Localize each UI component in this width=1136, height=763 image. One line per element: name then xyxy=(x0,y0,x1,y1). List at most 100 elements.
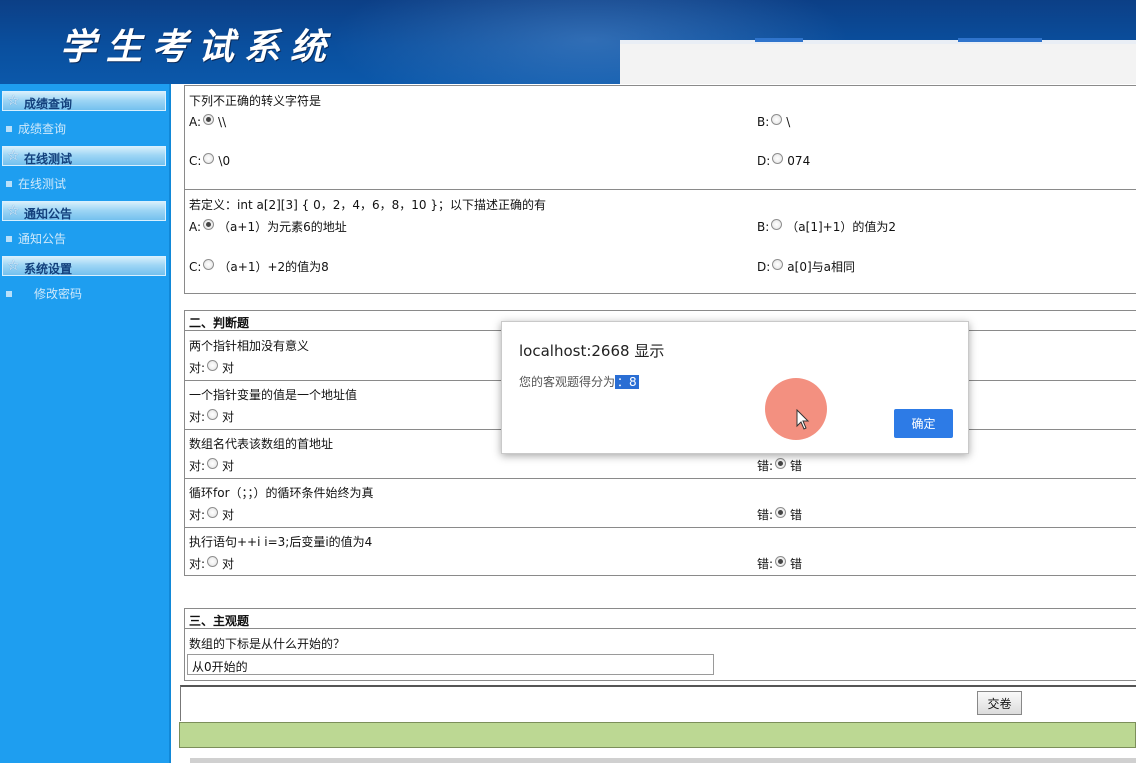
section-title: 三、主观题 xyxy=(189,614,250,628)
option-true[interactable]: 对: 对 xyxy=(189,506,234,523)
radio-button[interactable] xyxy=(771,219,783,230)
option-true[interactable]: 对: 对 xyxy=(189,359,234,376)
radio-button[interactable] xyxy=(772,153,784,164)
sidebar-item-label: 成绩查询 xyxy=(18,122,67,136)
star-icon: ☆ xyxy=(7,148,20,164)
question-text: 执行语句++i i=3;后变量i的值为4 xyxy=(189,535,373,549)
option-key: C: xyxy=(189,260,202,274)
radio-button[interactable] xyxy=(207,556,219,567)
option-value: 错 xyxy=(790,557,803,571)
question-text: 数组的下标是从什么开始的？ xyxy=(189,637,346,651)
dialog-score: ：8 xyxy=(615,375,639,389)
radio-button[interactable] xyxy=(775,556,787,567)
option-true[interactable]: 对: 对 xyxy=(189,408,234,425)
dialog-message: 您的客观题得分为 ：8 xyxy=(519,373,639,390)
question-text: 若定义：int a[2][3] { 0，2，4，6，8，10 }；以下描述正确的… xyxy=(189,198,546,212)
sidebar-group-settings[interactable]: ☆ 系统设置 xyxy=(2,256,166,276)
dialog-ok-button[interactable]: 确定 xyxy=(894,409,953,438)
sidebar: ☆ 成绩查询 成绩查询 ☆ 在线测试 在线测试 ☆ 通知公告 通知公告 ☆ 系统… xyxy=(0,84,171,763)
bullet-icon xyxy=(6,236,12,242)
radio-button[interactable] xyxy=(207,360,219,371)
sidebar-item-score-query[interactable]: 成绩查询 xyxy=(6,120,66,137)
option-value: a[0]与a相同 xyxy=(787,260,856,274)
sidebar-group-label: 通知公告 xyxy=(24,207,73,221)
option-value: 对 xyxy=(222,557,235,571)
divider xyxy=(185,628,1136,629)
option-c[interactable]: C: （a+1）+2的值为8 xyxy=(189,258,329,275)
bullet-icon xyxy=(6,181,12,187)
option-value: 错 xyxy=(790,459,803,473)
sidebar-item-change-password[interactable]: 修改密码 xyxy=(6,285,82,302)
option-value: \ xyxy=(786,115,791,129)
option-value: （a[1]+1）的值为2 xyxy=(786,220,896,234)
radio-button[interactable] xyxy=(207,507,219,518)
option-key: 错: xyxy=(757,557,774,571)
header-accent xyxy=(958,38,1042,42)
option-value: 对 xyxy=(222,410,235,424)
divider xyxy=(185,189,1136,190)
option-value: （a+1）为元素6的地址 xyxy=(218,220,347,234)
subjective-answer-input[interactable]: 从0开始的 xyxy=(187,654,714,675)
option-value: \\ xyxy=(218,115,227,129)
radio-button[interactable] xyxy=(203,259,215,270)
option-key: 对: xyxy=(189,361,206,375)
option-d[interactable]: D: a[0]与a相同 xyxy=(757,258,855,275)
option-a[interactable]: A: \\ xyxy=(189,114,226,129)
option-value: 074 xyxy=(787,154,811,168)
sidebar-group-label: 系统设置 xyxy=(24,262,73,276)
mouse-cursor-icon xyxy=(796,409,810,430)
option-b[interactable]: B: （a[1]+1）的值为2 xyxy=(757,218,896,235)
horizontal-scrollbar[interactable] xyxy=(190,758,1136,763)
radio-button[interactable] xyxy=(207,458,219,469)
option-value: 对 xyxy=(222,361,235,375)
option-value: \0 xyxy=(218,154,231,168)
dialog-message-text: 您的客观题得分为 xyxy=(519,375,616,389)
option-a[interactable]: A: （a+1）为元素6的地址 xyxy=(189,218,347,235)
radio-button[interactable] xyxy=(203,219,215,230)
option-false[interactable]: 错: 错 xyxy=(757,457,802,474)
option-value: 对 xyxy=(222,459,235,473)
dialog-title: localhost:2668 显示 xyxy=(519,342,665,360)
sidebar-group-notice[interactable]: ☆ 通知公告 xyxy=(2,201,166,221)
option-c[interactable]: C: \0 xyxy=(189,153,230,168)
radio-button[interactable] xyxy=(771,114,783,125)
radio-button[interactable] xyxy=(203,153,215,164)
star-icon: ☆ xyxy=(7,93,20,109)
radio-button[interactable] xyxy=(775,507,787,518)
radio-button[interactable] xyxy=(772,259,784,270)
sidebar-item-label: 修改密码 xyxy=(34,287,83,301)
bullet-icon xyxy=(6,126,12,132)
option-value: （a+1）+2的值为8 xyxy=(218,260,329,274)
option-key: D: xyxy=(757,154,771,168)
option-key: A: xyxy=(189,220,202,234)
radio-button[interactable] xyxy=(207,409,219,420)
question-text: 下列不正确的转义字符是 xyxy=(189,94,322,108)
radio-button[interactable] xyxy=(203,114,215,125)
option-value: 错 xyxy=(790,508,803,522)
option-b[interactable]: B: \ xyxy=(757,114,790,129)
option-value: 对 xyxy=(222,508,235,522)
sidebar-group-online-test[interactable]: ☆ 在线测试 xyxy=(2,146,166,166)
question-text: 数组名代表该数组的首地址 xyxy=(189,437,334,451)
option-true[interactable]: 对: 对 xyxy=(189,555,234,572)
question-text: 循环for（；；）的循环条件始终为真 xyxy=(189,486,374,500)
option-false[interactable]: 错: 错 xyxy=(757,555,802,572)
choice-question-block: 下列不正确的转义字符是 A: \\ B: \ C: \0 D: 074 若定义：int … xyxy=(184,85,1136,294)
star-icon: ☆ xyxy=(7,203,20,219)
radio-button[interactable] xyxy=(775,458,787,469)
app-header: 学生考试系统 xyxy=(0,0,1136,84)
sidebar-item-online-test[interactable]: 在线测试 xyxy=(6,175,66,192)
option-true[interactable]: 对: 对 xyxy=(189,457,234,474)
divider xyxy=(185,478,1136,479)
section-title: 二、判断题 xyxy=(189,316,250,330)
submit-exam-button[interactable]: 交卷 xyxy=(977,691,1022,715)
sidebar-item-label: 通知公告 xyxy=(18,232,67,246)
option-d[interactable]: D: 074 xyxy=(757,153,810,168)
sidebar-item-notice[interactable]: 通知公告 xyxy=(6,230,66,247)
option-key: 错: xyxy=(757,459,774,473)
sidebar-group-label: 成绩查询 xyxy=(24,97,73,111)
divider xyxy=(185,527,1136,528)
option-false[interactable]: 错: 错 xyxy=(757,506,802,523)
sidebar-group-score[interactable]: ☆ 成绩查询 xyxy=(2,91,166,111)
header-accent xyxy=(755,38,803,42)
